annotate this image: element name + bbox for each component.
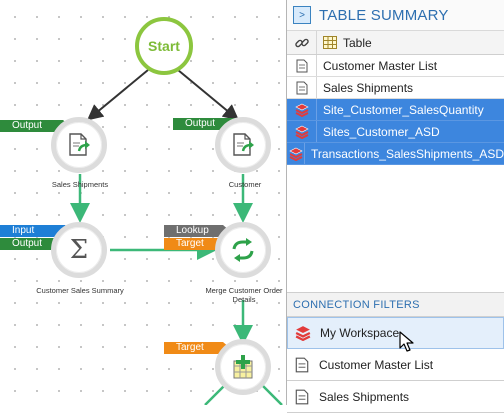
sales-shipments-label: Sales Shipments	[51, 180, 109, 189]
document-icon	[287, 55, 317, 76]
customer-label: Customer	[228, 180, 262, 189]
document-icon	[287, 77, 317, 98]
connection-filter-my-workspace[interactable]: My Workspace	[287, 317, 504, 349]
merge-arrows-icon	[232, 238, 254, 262]
document-icon	[287, 389, 317, 405]
table-summary-title: TABLE SUMMARY	[319, 6, 449, 24]
table-row-name: Sales Shipments	[323, 80, 414, 95]
merge-customer-order-details-label: Merge Customer Order Details	[205, 286, 283, 304]
stack-icon	[287, 121, 317, 142]
start-label: Start	[148, 38, 180, 54]
stack-icon	[287, 143, 306, 164]
table-row-name: Site_Customer_SalesQuantity	[323, 102, 484, 117]
connection-filters-header: CONNECTION FILTERS	[287, 293, 504, 317]
table-row[interactable]: Sales Shipments	[287, 77, 504, 99]
export-document-icon	[69, 133, 90, 156]
link-icon[interactable]	[287, 31, 317, 54]
workflow-canvas[interactable]: Start Output Sales Shipments Output Cust…	[0, 0, 286, 405]
table-row-name: Transactions_SalesShipments_ASD	[311, 146, 504, 161]
table-row-selected[interactable]: Sites_Customer_ASD	[287, 121, 504, 143]
table-grid-icon	[323, 36, 337, 49]
table-summary-header: > TABLE SUMMARY	[287, 0, 504, 31]
document-icon	[287, 357, 317, 373]
connection-filter-item[interactable]: Customer Master List	[287, 349, 504, 381]
add-table-icon	[233, 355, 253, 379]
customer-sales-summary-node[interactable]: Σ	[51, 222, 107, 278]
table-row-name: Sites_Customer_ASD	[323, 124, 440, 139]
start-node[interactable]: Start	[135, 17, 193, 75]
connection-filter-name: Sales Shipments	[319, 389, 410, 404]
table-column-label: Table	[343, 35, 372, 50]
table-row-name: Customer Master List	[323, 58, 438, 73]
merge-customer-order-details-node[interactable]	[215, 222, 271, 278]
customer-sales-summary-label: Customer Sales Summary	[36, 286, 124, 295]
right-panel: > TABLE SUMMARY Table Customer Master Li…	[286, 0, 504, 413]
table-row[interactable]: Customer Master List	[287, 55, 504, 77]
connection-filter-item[interactable]: Sales Shipments	[287, 381, 504, 413]
table-summary-empty-area	[287, 165, 504, 293]
table-column-header[interactable]: Table	[287, 31, 504, 55]
sigma-icon: Σ	[69, 235, 89, 265]
connector-bottom-right	[261, 384, 283, 405]
connection-filter-name: Customer Master List	[319, 357, 434, 372]
sales-shipments-node[interactable]	[51, 117, 107, 173]
connection-filters-title: CONNECTION FILTERS	[293, 298, 420, 311]
connection-filter-name: My Workspace	[320, 326, 400, 340]
connector-bottom-left	[204, 384, 226, 405]
connector-start-to-sales	[86, 69, 149, 121]
mouse-cursor-icon	[399, 331, 414, 352]
table-row-selected[interactable]: Transactions_SalesShipments_ASD	[287, 143, 504, 165]
table-row-selected[interactable]: Site_Customer_SalesQuantity	[287, 99, 504, 121]
export-document-icon	[233, 133, 254, 156]
collapse-panel-icon[interactable]: >	[293, 6, 311, 24]
connector-start-to-customer	[177, 69, 240, 121]
stack-icon	[288, 325, 318, 341]
customer-node[interactable]	[215, 117, 271, 173]
add-table-node[interactable]	[215, 339, 271, 395]
stack-icon	[287, 99, 317, 120]
